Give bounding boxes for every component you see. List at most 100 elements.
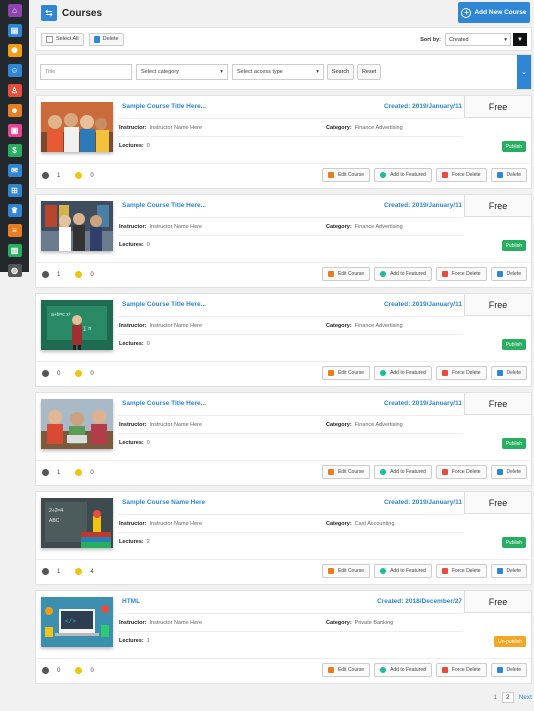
- bulk-delete-button[interactable]: Delete: [88, 32, 124, 46]
- sidebar-item[interactable]: ◍: [0, 260, 29, 280]
- sort-direction-button[interactable]: ▼: [513, 33, 527, 46]
- page-link-1[interactable]: 1: [493, 694, 497, 701]
- course-title[interactable]: Sample Course Title Here...: [122, 301, 206, 308]
- search-button[interactable]: Search: [327, 64, 354, 80]
- sidebar-item[interactable]: ≡: [0, 220, 29, 240]
- lectures-count: 2: [146, 539, 150, 545]
- add-to-featured-button[interactable]: Add to Featured: [374, 663, 432, 677]
- delete-button[interactable]: Delete: [490, 663, 527, 677]
- course-title[interactable]: Sample Course Title Here...: [122, 103, 206, 110]
- access-type-select[interactable]: Select access type ▾: [232, 64, 324, 80]
- sidebar-item[interactable]: ▤: [0, 20, 29, 40]
- category-name: Finance Advertising: [354, 224, 403, 230]
- course-card: a+b=c x² ∑ π Sample Course Title Here... …: [35, 293, 532, 387]
- sidebar-item[interactable]: ✺: [0, 40, 29, 60]
- search-label: Search: [331, 69, 350, 75]
- category-label: Category:: [326, 422, 352, 428]
- select-all-button[interactable]: Select All: [41, 32, 84, 46]
- add-to-featured-button[interactable]: Add to Featured: [374, 366, 432, 380]
- course-title[interactable]: Sample Course Name Here: [122, 499, 205, 506]
- chevron-down-icon: ▾: [316, 69, 319, 75]
- instructor-label: Instructor:: [119, 620, 147, 626]
- sidebar-item[interactable]: ☻: [0, 100, 29, 120]
- sidebar-item[interactable]: ⌂: [0, 0, 29, 20]
- add-to-featured-button[interactable]: Add to Featured: [374, 564, 432, 578]
- sort-select[interactable]: Created ▾: [445, 33, 511, 46]
- page-link-2[interactable]: 2: [502, 692, 514, 703]
- next-page-link[interactable]: Next: [519, 694, 532, 701]
- status-badge[interactable]: Publish: [501, 240, 526, 251]
- edit-course-button[interactable]: Edit Course: [321, 564, 371, 578]
- students-icon: [42, 469, 49, 476]
- add-to-featured-button[interactable]: Add to Featured: [374, 267, 432, 281]
- edit-course-button[interactable]: Edit Course: [321, 366, 371, 380]
- category-select[interactable]: Select category ▾: [136, 64, 228, 80]
- course-thumbnail[interactable]: [41, 102, 113, 152]
- course-title[interactable]: Sample Course Title Here...: [122, 202, 206, 209]
- title-filter-input[interactable]: Title: [40, 64, 132, 80]
- add-to-featured-label: Add to Featured: [390, 172, 426, 178]
- instructor-label: Instructor:: [119, 323, 147, 329]
- edit-course-button[interactable]: Edit Course: [321, 168, 371, 182]
- students-count: 1: [57, 469, 61, 476]
- course-actions: Edit Course Add to Featured Force Delete…: [318, 168, 527, 182]
- instructor-icon: ♙: [7, 83, 22, 97]
- edit-course-button[interactable]: Edit Course: [321, 267, 371, 281]
- course-price: Free: [464, 393, 531, 415]
- force-delete-button[interactable]: Force Delete: [435, 465, 487, 479]
- add-to-featured-label: Add to Featured: [390, 568, 426, 574]
- course-stats: 1 0: [42, 172, 109, 179]
- course-lectures: Lectures: 0: [119, 341, 150, 347]
- add-to-featured-button[interactable]: Add to Featured: [374, 465, 432, 479]
- sort-label: Sort by:: [420, 36, 441, 43]
- course-card: Sample Course Title Here... Created: 201…: [35, 392, 532, 486]
- sidebar-item[interactable]: ⊞: [0, 180, 29, 200]
- force-delete-button[interactable]: Force Delete: [435, 366, 487, 380]
- force-delete-button[interactable]: Force Delete: [435, 564, 487, 578]
- sidebar-item[interactable]: $: [0, 140, 29, 160]
- course-title[interactable]: Sample Course Title Here...: [122, 400, 206, 407]
- sort-value: Created: [449, 36, 469, 43]
- add-to-featured-button[interactable]: Add to Featured: [374, 168, 432, 182]
- back-icon[interactable]: ⇆: [41, 5, 57, 21]
- course-thumbnail[interactable]: 2+2=4 ABC: [41, 498, 113, 548]
- sidebar-item[interactable]: ♛: [0, 200, 29, 220]
- status-badge[interactable]: Publish: [501, 339, 526, 350]
- status-badge[interactable]: Publish: [501, 141, 526, 152]
- course-thumbnail[interactable]: a+b=c x² ∑ π: [41, 300, 113, 350]
- sidebar-item[interactable]: ♙: [0, 80, 29, 100]
- force-delete-button[interactable]: Force Delete: [435, 267, 487, 281]
- sidebar-item[interactable]: ✉: [0, 160, 29, 180]
- course-title[interactable]: HTML: [122, 598, 140, 605]
- course-thumbnail[interactable]: </>: [41, 597, 113, 647]
- delete-button[interactable]: Delete: [490, 168, 527, 182]
- sidebar-item[interactable]: ▣: [0, 120, 29, 140]
- delete-button[interactable]: Delete: [490, 366, 527, 380]
- delete-button[interactable]: Delete: [490, 267, 527, 281]
- force-delete-button[interactable]: Force Delete: [435, 168, 487, 182]
- plus-icon: +: [461, 7, 472, 18]
- edit-course-label: Edit Course: [337, 172, 365, 178]
- divider: [36, 262, 531, 263]
- status-badge[interactable]: Publish: [501, 537, 526, 548]
- force-delete-button[interactable]: Force Delete: [435, 663, 487, 677]
- status-badge[interactable]: Un-publish: [494, 636, 526, 647]
- edit-course-button[interactable]: Edit Course: [321, 465, 371, 479]
- course-thumbnail[interactable]: [41, 399, 113, 449]
- category-label: Category:: [326, 125, 352, 131]
- sidebar-item[interactable]: ▥: [0, 240, 29, 260]
- rating-count: 0: [90, 172, 94, 179]
- course-actions: Edit Course Add to Featured Force Delete…: [318, 663, 527, 677]
- status-badge[interactable]: Publish: [501, 438, 526, 449]
- edit-course-button[interactable]: Edit Course: [321, 663, 371, 677]
- add-to-featured-label: Add to Featured: [390, 271, 426, 277]
- delete-button[interactable]: Delete: [490, 465, 527, 479]
- course-thumbnail[interactable]: [41, 201, 113, 251]
- checkbox-icon: [46, 35, 53, 43]
- reset-button[interactable]: Reset: [357, 64, 381, 80]
- divider: [118, 118, 463, 119]
- add-new-course-button[interactable]: + Add New Course: [458, 2, 530, 23]
- delete-button[interactable]: Delete: [490, 564, 527, 578]
- filter-toggle-button[interactable]: ⌄: [517, 55, 531, 89]
- sidebar-item[interactable]: ☺: [0, 60, 29, 80]
